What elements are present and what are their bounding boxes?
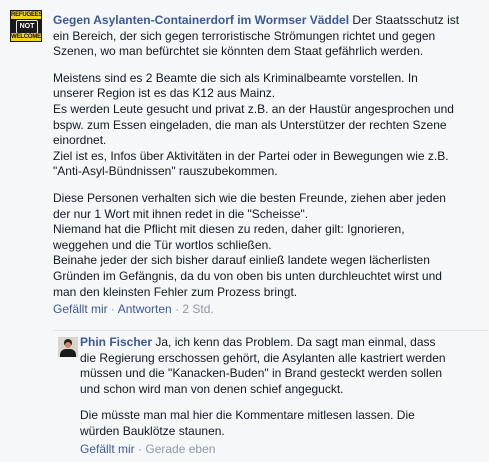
separator-dot: · <box>107 302 118 317</box>
comment-text-line: einordnet. <box>53 133 107 148</box>
comment-paragraph-3: Diese Personen verhalten sich wie die be… <box>53 191 483 300</box>
reply-text-line: Die müsste man mal hier die Kommentare m… <box>80 408 415 423</box>
comment-text-line: Szenen, wo man befürchtet sie könnten de… <box>53 44 424 59</box>
comment-text-line: Meistens sind es 2 Beamte die sich als K… <box>53 70 418 85</box>
comment-text-line: unserer Region ist es das K12 aus Mainz. <box>53 86 276 101</box>
comment-text-line: Niemand hat die Pflicht mit diesen zu re… <box>53 222 405 237</box>
reply-text-line: würden Bauklötze staunen. <box>80 423 225 438</box>
avatar-figure-face <box>65 342 71 348</box>
comment-text-line: weggehen und die Tür wortlos schließen. <box>53 237 272 252</box>
comment-text-line: der nur 1 Wort mit ihnen redet in die "S… <box>53 206 309 221</box>
comment-text-line: "Anti-Asyl-Bündnissen" rauszubekommen. <box>53 164 278 179</box>
comment-first-line: Gegen Asylanten-Containerdorf im Wormser… <box>53 13 483 29</box>
comment-actions: Gefällt mir · Antworten · 2 Std. <box>53 302 483 318</box>
like-link[interactable]: Gefällt mir <box>53 302 108 316</box>
reply-paragraph-2: Die müsste man mal hier die Kommentare m… <box>80 408 485 439</box>
reply-author-link[interactable]: Phin Fischer <box>80 335 152 349</box>
reply-paragraph-1: Phin Fischer Ja, ich kenn das Problem. D… <box>80 335 485 397</box>
avatar-figure-body <box>60 349 76 357</box>
comment-first-line-text: Der Staatsschutz ist <box>349 13 460 27</box>
separator-dot: · <box>134 441 146 456</box>
avatar-bottom-text: WELCOME <box>11 33 41 41</box>
reply-timestamp-link[interactable]: Gerade eben <box>145 442 215 456</box>
avatar-middle-text: NOT <box>16 20 38 34</box>
comment-text-line: Gründen im Gefängnis, da du von oben bis… <box>53 268 442 283</box>
timestamp-link[interactable]: 2 Std. <box>182 302 213 316</box>
comment-text-line: Beinahe jeder der sich bisher darauf ein… <box>53 253 430 268</box>
reply-link[interactable]: Antworten <box>118 302 172 316</box>
avatar-top-text: REFUGEES <box>11 11 42 19</box>
comment-text-line: bspw. zum Essen eingeladen, die man als … <box>53 117 447 132</box>
comment-paragraph-1: Gegen Asylanten-Containerdorf im Wormser… <box>53 13 483 60</box>
reply-like-link[interactable]: Gefällt mir <box>80 442 135 456</box>
reply-first-line: Phin Fischer Ja, ich kenn das Problem. D… <box>80 335 485 351</box>
reply-actions: Gefällt mir · Gerade eben <box>80 442 485 458</box>
comment-text-line: Diese Personen verhalten sich wie die be… <box>53 190 446 205</box>
comment-text-line: Ziel ist es, Infos über Aktivitäten in d… <box>53 148 449 163</box>
reply-text-line: die Regierung erschossen gehört, die Asy… <box>80 350 446 365</box>
reply-first-line-text: Ja, ich kenn das Problem. Da sagt man ei… <box>152 335 436 349</box>
separator-dot: · <box>171 302 183 317</box>
comment-text-line: Es werden Leute gesucht und privat z.B. … <box>53 101 454 116</box>
reply-body: Phin Fischer Ja, ich kenn das Problem. D… <box>80 335 485 457</box>
reply-avatar[interactable] <box>58 337 78 357</box>
comment-text-line: ein Bereich, der sich gegen terroristisc… <box>53 28 436 43</box>
reply-text-line: und schon wird man von denen schief ange… <box>80 381 344 396</box>
reply-text-line: müssen und die "Kanacken-Buden" in Brand… <box>80 366 443 381</box>
comment-body: Gegen Asylanten-Containerdorf im Wormser… <box>53 13 483 318</box>
page-avatar[interactable]: REFUGEES NOT WELCOME <box>10 10 42 42</box>
comment-text-line: man den kleinsten Fehler zum Prozess bri… <box>53 284 298 299</box>
comment-author-link[interactable]: Gegen Asylanten-Containerdorf im Wormser… <box>53 13 349 27</box>
comment-paragraph-2: Meistens sind es 2 Beamte die sich als K… <box>53 71 483 180</box>
